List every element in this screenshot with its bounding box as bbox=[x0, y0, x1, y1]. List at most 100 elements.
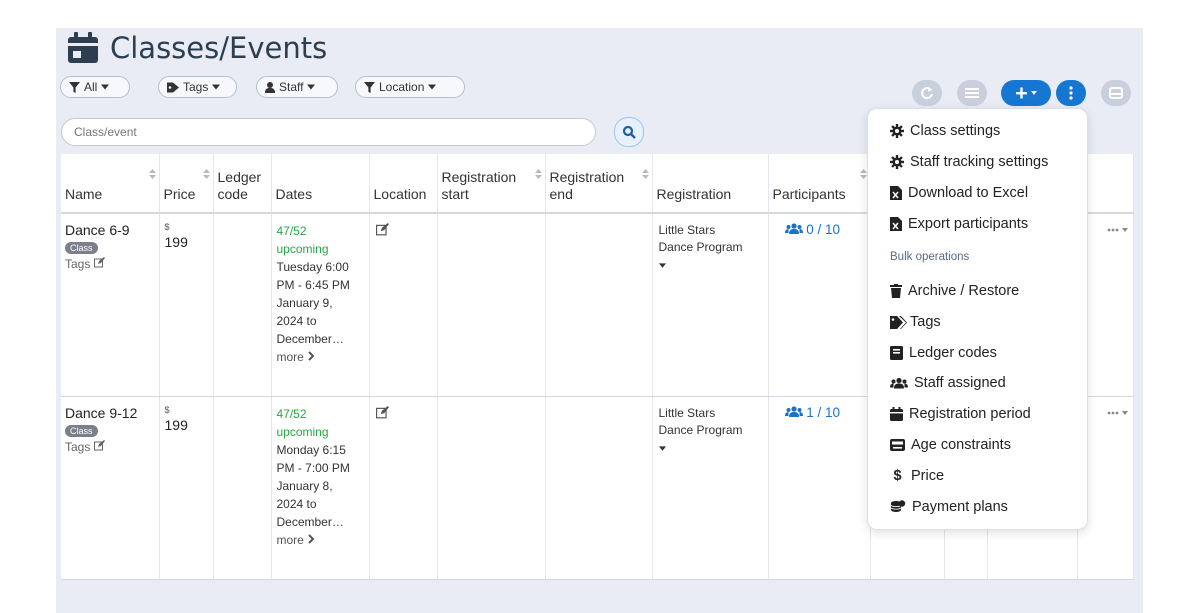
plus-icon bbox=[1016, 87, 1037, 99]
menu-staff-tracking-settings[interactable]: Staff tracking settings bbox=[890, 154, 1048, 170]
menu-label: Download to Excel bbox=[908, 185, 1029, 201]
currency-symbol: $ bbox=[164, 404, 170, 415]
tags-label: Tags bbox=[65, 257, 91, 271]
users-icon bbox=[784, 405, 803, 417]
header-registration-end[interactable]: Registration end bbox=[545, 154, 653, 214]
header-name[interactable]: Name bbox=[61, 154, 160, 214]
panel-toggle-button[interactable] bbox=[1101, 80, 1131, 106]
add-menu-button[interactable] bbox=[1001, 80, 1051, 106]
cell-ledger bbox=[213, 213, 272, 397]
cell-reg-end bbox=[545, 213, 653, 397]
header-location: Location bbox=[369, 154, 438, 214]
class-badge: Class bbox=[65, 242, 98, 254]
menu-label: Price bbox=[911, 468, 945, 484]
cell-reg-start bbox=[437, 396, 546, 580]
page-header: Classes/Events bbox=[66, 28, 327, 68]
header-ledger-line2: code bbox=[217, 186, 248, 202]
search-icon bbox=[622, 125, 636, 139]
program-name-line: Little Stars bbox=[658, 223, 716, 237]
menu-export-participants[interactable]: Export participants bbox=[890, 216, 1028, 232]
menu-registration-period[interactable]: Registration period bbox=[890, 406, 1031, 422]
edit-icon[interactable] bbox=[375, 223, 389, 236]
filter-staff-button[interactable]: Staff bbox=[256, 76, 338, 98]
header-participants[interactable]: Participants bbox=[768, 154, 871, 214]
participants-link[interactable]: 1 / 10 bbox=[769, 397, 870, 428]
gear-icon bbox=[890, 124, 904, 138]
caret-down-icon bbox=[101, 84, 110, 90]
menu-ledger-codes[interactable]: Ledger codes bbox=[890, 345, 997, 361]
sort-icon bbox=[148, 169, 156, 179]
participants-count: 1 / 10 bbox=[806, 404, 841, 420]
currency-symbol: $ bbox=[164, 222, 170, 232]
tags-edit-link[interactable]: Tags bbox=[65, 439, 155, 454]
more-link[interactable]: more bbox=[277, 348, 364, 366]
dates-status: upcoming bbox=[276, 424, 329, 439]
dates-status: upcoming bbox=[276, 242, 329, 256]
sort-icon bbox=[202, 169, 210, 179]
coins-icon bbox=[890, 500, 906, 512]
dollar-icon: $ bbox=[893, 468, 902, 484]
program-name-line: Dance Program bbox=[658, 240, 743, 254]
calendar-icon bbox=[68, 32, 98, 63]
menu-download-excel[interactable]: Download to Excel bbox=[890, 185, 1028, 201]
class-name-link[interactable]: Dance 6-9 bbox=[65, 222, 155, 238]
header-registration-start[interactable]: Registration start bbox=[437, 154, 546, 214]
more-link[interactable]: more bbox=[277, 531, 364, 549]
more-options-button[interactable] bbox=[1056, 80, 1086, 106]
menu-payment-plans[interactable]: Payment plans bbox=[890, 499, 1008, 515]
caret-down-icon[interactable] bbox=[658, 263, 666, 268]
class-badge: Class bbox=[65, 424, 98, 437]
tag-icon bbox=[167, 82, 179, 92]
menu-label: Class settings bbox=[910, 123, 1001, 139]
cell-reg-end bbox=[545, 396, 653, 580]
menu-label: Staff tracking settings bbox=[910, 154, 1049, 170]
caret-down-icon[interactable] bbox=[658, 445, 666, 451]
header-dates: Dates bbox=[271, 154, 370, 214]
refresh-button[interactable] bbox=[912, 80, 942, 106]
participants-link[interactable]: 0 / 10 bbox=[769, 214, 870, 245]
menu-label: Export participants bbox=[908, 216, 1029, 232]
filter-all-button[interactable]: All bbox=[60, 76, 130, 98]
list-view-button[interactable] bbox=[957, 80, 987, 106]
menu-archive-restore[interactable]: Archive / Restore bbox=[890, 283, 1019, 299]
menu-class-settings[interactable]: Class settings bbox=[890, 123, 1000, 139]
search-field[interactable] bbox=[61, 118, 596, 146]
filter-tags-label: Tags bbox=[183, 80, 209, 94]
caret-down-icon bbox=[307, 84, 316, 90]
edit-icon[interactable] bbox=[375, 405, 389, 419]
tags-edit-link[interactable]: Tags bbox=[65, 257, 155, 271]
header-reg-end-line2: end bbox=[549, 186, 573, 202]
actions-dropdown-menu: Class settings Staff tracking settings D… bbox=[867, 108, 1088, 530]
header-price-label: Price bbox=[163, 186, 196, 202]
class-name-link[interactable]: Dance 9-12 bbox=[65, 405, 155, 421]
chevron-right-icon bbox=[308, 351, 315, 361]
schedule-line: Monday 6:15 bbox=[276, 442, 346, 457]
edit-icon bbox=[93, 257, 105, 268]
header-price[interactable]: Price bbox=[159, 154, 214, 214]
window-icon bbox=[1109, 87, 1123, 99]
search-button[interactable] bbox=[614, 117, 644, 147]
menu-price[interactable]: $ Price bbox=[890, 468, 944, 484]
cell-registration: Little Stars Dance Program bbox=[652, 396, 769, 580]
menu-label: Age constraints bbox=[911, 437, 1011, 453]
menu-staff-assigned[interactable]: Staff assigned bbox=[890, 375, 1006, 391]
header-dates-label: Dates bbox=[275, 186, 313, 202]
schedule-line: Tuesday 6:00 bbox=[276, 260, 349, 274]
tags-label: Tags bbox=[65, 439, 91, 454]
menu-label: Registration period bbox=[909, 406, 1031, 422]
schedule-line: PM - 7:00 PM bbox=[276, 460, 350, 475]
menu-tags[interactable]: Tags bbox=[890, 314, 941, 330]
schedule-line: PM - 6:45 PM bbox=[276, 278, 350, 292]
cell-price: $ 199 bbox=[159, 396, 214, 580]
header-reg-start-line1: Registration bbox=[441, 169, 517, 185]
gear-icon bbox=[890, 155, 904, 169]
price-value: 199 bbox=[164, 416, 188, 433]
menu-age-constraints[interactable]: Age constraints bbox=[890, 437, 1011, 453]
caret-down-icon bbox=[212, 84, 221, 90]
excel-file-icon bbox=[890, 186, 902, 200]
filter-tags-button[interactable]: Tags bbox=[158, 76, 237, 98]
filter-location-button[interactable]: Location bbox=[355, 76, 465, 98]
search-input[interactable] bbox=[72, 124, 585, 140]
cell-name: Dance 9-12 Class Tags bbox=[61, 396, 160, 580]
schedule-line: January 8, bbox=[276, 478, 333, 493]
